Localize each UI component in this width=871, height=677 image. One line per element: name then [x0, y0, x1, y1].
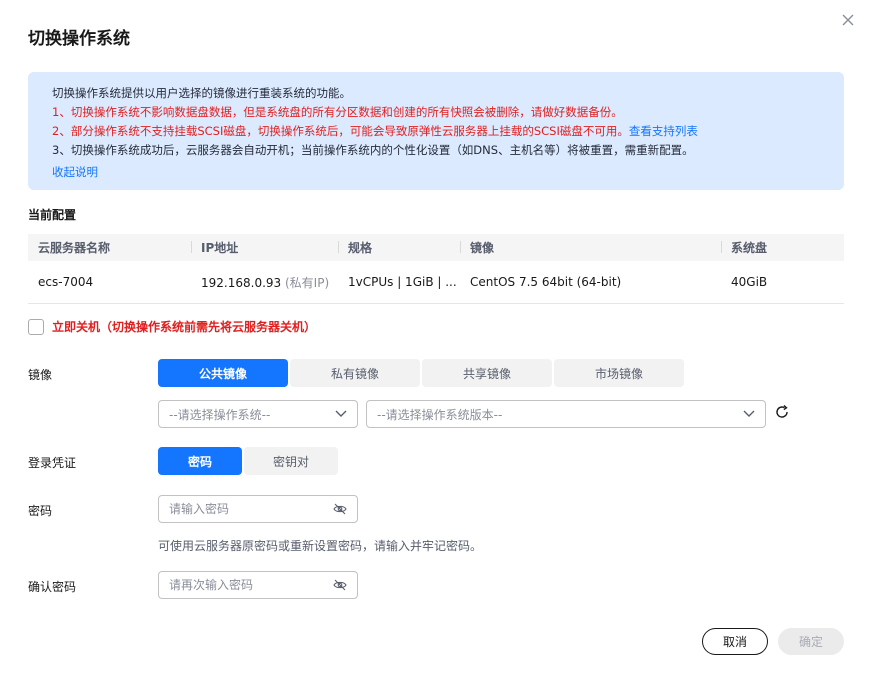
- cell-disk: 40GiB: [731, 275, 768, 289]
- confirm-password-label: 确认密码: [28, 580, 77, 594]
- support-list-link[interactable]: 查看支持列表: [629, 124, 698, 138]
- chevron-down-icon: [743, 410, 755, 417]
- table-row: ecs-7004 192.168.0.93 (私有IP) 1vCPUs | 1G…: [28, 261, 844, 304]
- notice-line-3: 3、切换操作系统成功后，云服务器会自动开机；当前操作系统内的个性化设置（如DNS…: [52, 143, 694, 157]
- notice-intro: 切换操作系统提供以用户选择的镜像进行重装系统的功能。: [52, 86, 351, 100]
- shutdown-option[interactable]: 立即关机（切换操作系统前需先将云服务器关机）: [28, 318, 316, 335]
- tab-keypair[interactable]: 密钥对: [244, 447, 338, 475]
- dialog-title: 切换操作系统: [28, 29, 130, 49]
- notice-line-2: 2、部分操作系统不支持挂载SCSI磁盘，切换操作系统后，可能会导致原弹性云服务器…: [52, 124, 629, 138]
- refresh-icon[interactable]: [774, 404, 790, 420]
- os-select[interactable]: --请选择操作系统--: [158, 400, 358, 428]
- current-config-table: 云服务器名称 IP地址 规格 镜像 系统盘 ecs-7004 192.168.0…: [28, 234, 844, 304]
- tab-market-image[interactable]: 市场镜像: [554, 359, 684, 387]
- header-spec: 规格: [338, 239, 460, 256]
- eye-off-icon[interactable]: [333, 503, 347, 515]
- header-disk: 系统盘: [721, 239, 844, 256]
- password-hint: 可使用云服务器原密码或重新设置密码，请输入并牢记密码。: [158, 539, 483, 553]
- header-name: 云服务器名称: [38, 241, 111, 255]
- collapse-notice-link[interactable]: 收起说明: [52, 163, 820, 182]
- password-label: 密码: [28, 504, 53, 518]
- header-image: 镜像: [460, 239, 721, 256]
- confirm-password-input[interactable]: [169, 578, 319, 592]
- notice-panel: 切换操作系统提供以用户选择的镜像进行重装系统的功能。 1、切换操作系统不影响数据…: [28, 72, 844, 190]
- cell-name: ecs-7004: [38, 275, 94, 289]
- table-header: 云服务器名称 IP地址 规格 镜像 系统盘: [28, 234, 844, 261]
- image-type-tabs: 公共镜像 私有镜像 共享镜像 市场镜像: [158, 359, 686, 387]
- close-icon[interactable]: [840, 12, 856, 28]
- cell-spec: 1vCPUs | 1GiB | ...: [348, 275, 457, 289]
- header-ip: IP地址: [191, 239, 338, 256]
- credential-label: 登录凭证: [28, 456, 77, 470]
- credential-tabs: 密码 密钥对: [158, 447, 340, 475]
- confirm-password-field[interactable]: [158, 571, 358, 599]
- cell-image: CentOS 7.5 64bit (64-bit): [470, 275, 622, 289]
- notice-line-1: 1、切换操作系统不影响数据盘数据，但是系统盘的所有分区数据和创建的所有快照会被删…: [52, 105, 623, 119]
- image-label: 镜像: [28, 368, 53, 382]
- cancel-button[interactable]: 取消: [702, 628, 768, 655]
- ip-value: 192.168.0.93: [201, 275, 282, 290]
- os-select-value: --请选择操作系统--: [169, 407, 271, 422]
- shutdown-label: 立即关机（切换操作系统前需先将云服务器关机）: [52, 320, 317, 334]
- shutdown-checkbox[interactable]: [28, 318, 44, 335]
- confirm-button[interactable]: 确定: [778, 628, 844, 655]
- tab-private-image[interactable]: 私有镜像: [290, 359, 420, 387]
- current-config-label: 当前配置: [28, 208, 77, 222]
- tab-public-image[interactable]: 公共镜像: [158, 359, 288, 387]
- ip-note: (私有IP): [284, 275, 330, 290]
- eye-off-icon[interactable]: [333, 579, 347, 591]
- tab-password[interactable]: 密码: [158, 447, 242, 475]
- os-version-select[interactable]: --请选择操作系统版本--: [366, 400, 766, 428]
- chevron-down-icon: [335, 410, 347, 417]
- tab-shared-image[interactable]: 共享镜像: [422, 359, 552, 387]
- os-version-select-value: --请选择操作系统版本--: [377, 407, 503, 422]
- password-input[interactable]: [169, 502, 319, 516]
- password-field[interactable]: [158, 495, 358, 523]
- cell-ip: 192.168.0.93 (私有IP): [191, 274, 338, 291]
